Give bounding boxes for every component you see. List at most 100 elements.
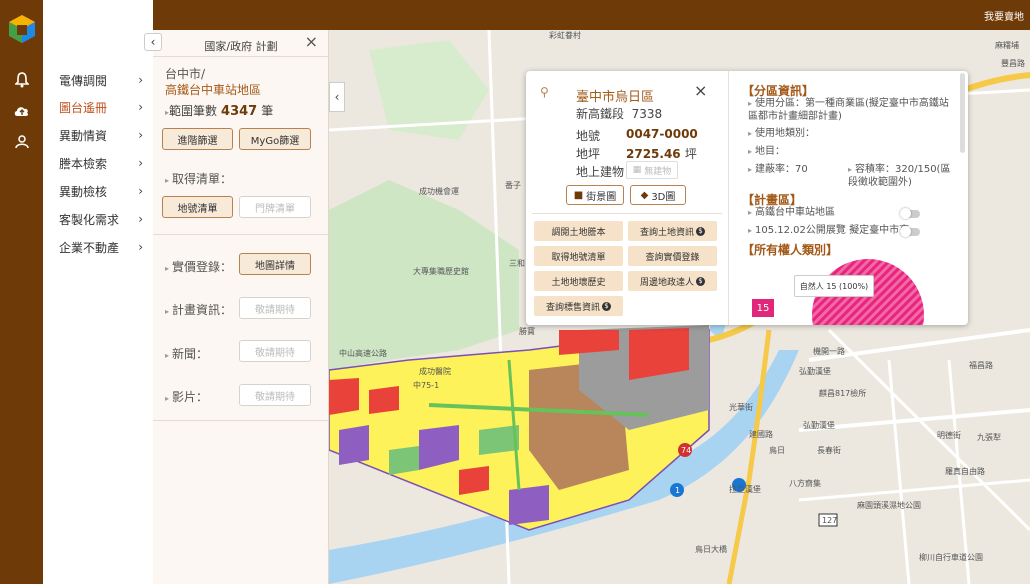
triangle-right-icon: ▸	[165, 264, 170, 273]
cloud-upload-icon[interactable]	[12, 101, 32, 121]
plan-1-toggle[interactable]	[900, 208, 920, 219]
panel-title: 國家/政府 計劃	[204, 40, 278, 53]
scrollbar[interactable]	[960, 73, 965, 153]
nav-item-enterprise[interactable]: 企業不動產 ›	[59, 237, 143, 257]
divider	[728, 71, 729, 325]
video-coming-soon-button[interactable]: 敬請期待	[239, 384, 311, 406]
lot-list-button[interactable]: 地號清單	[162, 196, 233, 218]
triangle-right-icon: ▸	[165, 176, 170, 185]
nav-item-check[interactable]: 異動檢核 ›	[59, 181, 143, 201]
nav-item-transcript[interactable]: 謄本檢索 ›	[59, 153, 143, 173]
map-label: 成功醫院	[419, 367, 451, 376]
video-label: ▸ 影片：	[165, 390, 209, 404]
map-label: 機開一路	[813, 347, 845, 356]
map-label: 羅真自由路	[945, 467, 985, 476]
advanced-filter-button[interactable]: 進階篩選	[162, 128, 233, 150]
news-coming-soon-button[interactable]: 敬請期待	[239, 340, 311, 362]
mygo-filter-button[interactable]: MyGo篩選	[239, 128, 311, 150]
triangle-right-icon: ▸	[748, 129, 753, 138]
sell-land-link[interactable]: 我要賣地	[984, 8, 1024, 23]
map-label: 麻糬埔	[995, 41, 1019, 50]
map-label: 福昌路	[969, 361, 993, 370]
parcel-popup: ⚲ 臺中市烏日區 × 新高鐵段 7338 地號 0047-0000 地坪 2725.…	[526, 71, 968, 325]
section-info: 新高鐵段 7338	[576, 107, 663, 121]
nav-item-changes[interactable]: 異動情資 ›	[59, 125, 143, 145]
building-label: 地上建物	[576, 165, 625, 179]
map-label: 長春街	[817, 446, 841, 455]
list-label: ▸ 取得清單：	[165, 172, 233, 186]
cube-logo-icon[interactable]	[8, 14, 36, 44]
zoning-use: ▸ 使用分區：第一種商業區(擬定臺中市高鐵站區都市計畫細部計畫)	[748, 98, 949, 122]
map-label: 大專集職歷史館	[413, 267, 469, 276]
map-panel-toggle[interactable]: ‹	[329, 82, 345, 112]
close-icon[interactable]: ×	[694, 81, 707, 100]
land-info-button[interactable]: 查詢土地資訊 $	[628, 221, 717, 241]
close-icon[interactable]: ×	[305, 32, 318, 51]
triangle-right-icon: ▸	[748, 226, 753, 235]
map-label: 明德街	[937, 431, 961, 440]
no-building-button[interactable]: ▦ 無建物	[626, 161, 678, 179]
map-label: 九張犁	[977, 433, 1001, 442]
zoning-plot: ▸ 地目：	[748, 146, 786, 157]
chevron-right-icon: ›	[138, 128, 143, 142]
map-label: 建國路	[749, 430, 773, 439]
price-label: ▸ 實價登錄：	[165, 260, 233, 274]
auction-info-button[interactable]: 查詢標售資訊 $	[534, 296, 623, 316]
nav-item-telecom[interactable]: 電傳調閱 ›	[59, 70, 143, 90]
coin-icon: $	[602, 301, 611, 311]
nearby-expert-button[interactable]: 周邊地政達人 $	[628, 271, 717, 291]
map-label: 麻園頭溪濕地公園	[857, 501, 921, 510]
bell-icon[interactable]	[12, 70, 32, 90]
nav-item-custom[interactable]: 客製化需求 ›	[59, 209, 143, 229]
building-icon: ▦	[632, 165, 642, 175]
3d-view-button[interactable]: ◆ 3D圖	[630, 185, 686, 205]
user-icon[interactable]	[12, 132, 32, 152]
divider	[153, 56, 328, 57]
plan-label: ▸ 計畫資訊：	[165, 303, 233, 317]
map-detail-button[interactable]: 地圖詳情	[239, 253, 311, 275]
lot-row: 地號 0047-0000	[576, 127, 698, 143]
map-label: 彩虹眷村	[549, 31, 581, 40]
plan-coming-soon-button[interactable]: 敬請期待	[239, 297, 311, 319]
map-label: 弘勤漢堡	[803, 421, 835, 430]
road-shield-1: 1	[675, 486, 681, 495]
triangle-right-icon: ▸	[165, 351, 170, 360]
news-label: ▸ 新聞：	[165, 347, 209, 361]
nav-item-map[interactable]: 圖台遙冊 ›	[59, 97, 143, 117]
chevron-right-icon: ›	[138, 184, 143, 198]
owner-tooltip: 自然人 15 (100%)	[794, 275, 874, 297]
chevron-right-icon: ›	[138, 73, 143, 87]
road-shield-74: 74	[681, 446, 692, 455]
triangle-right-icon: ▸	[848, 165, 853, 174]
map-label: 柳川自行車道公園	[919, 553, 983, 562]
price-register-button[interactable]: 查詢實價登錄	[628, 246, 717, 266]
top-bar: 我要賣地	[153, 0, 1030, 30]
street-view-icon: ■	[573, 189, 584, 201]
collapse-nav-button[interactable]: ‹	[144, 33, 162, 51]
street-view-button[interactable]: ■ 街景圖	[566, 185, 624, 205]
divider	[532, 213, 722, 214]
zoning-land-category: ▸ 使用地類別：	[748, 128, 816, 139]
map-label: 麒昌817檢所	[819, 389, 867, 398]
chevron-left-icon: ‹	[334, 90, 340, 104]
map-label: 弘勤漢堡	[799, 367, 831, 376]
plan-2-toggle[interactable]	[900, 226, 920, 237]
map-label: 八方齋集	[789, 479, 821, 488]
map-label: 鳥日大橋	[695, 545, 727, 554]
map-pin-icon: ⚲	[540, 85, 549, 99]
coin-icon: $	[696, 276, 705, 286]
district-name: 臺中市烏日區	[576, 90, 655, 105]
land-history-button[interactable]: 土地地壞歷史	[534, 271, 623, 291]
lot-list-button[interactable]: 取得地號清單	[534, 246, 623, 266]
map-label: 光華街	[729, 403, 753, 412]
map-label: 鳥日	[769, 446, 785, 455]
floor-area-ratio: ▸ 容積率：320/150(區段徵收範圍外)	[848, 164, 951, 188]
map-label: 中75-1	[413, 381, 440, 390]
range-count: ▸範圍筆數 4347 筆	[165, 104, 274, 119]
chevron-right-icon: ›	[138, 212, 143, 226]
chevron-left-icon: ‹	[150, 35, 156, 49]
map-label: 成功機會運	[419, 187, 459, 196]
door-list-button[interactable]: 門牌清單	[239, 196, 311, 218]
coverage-ratio: ▸ 建蔽率：70	[748, 164, 808, 175]
land-transcript-button[interactable]: 調閱土地謄本	[534, 221, 623, 241]
